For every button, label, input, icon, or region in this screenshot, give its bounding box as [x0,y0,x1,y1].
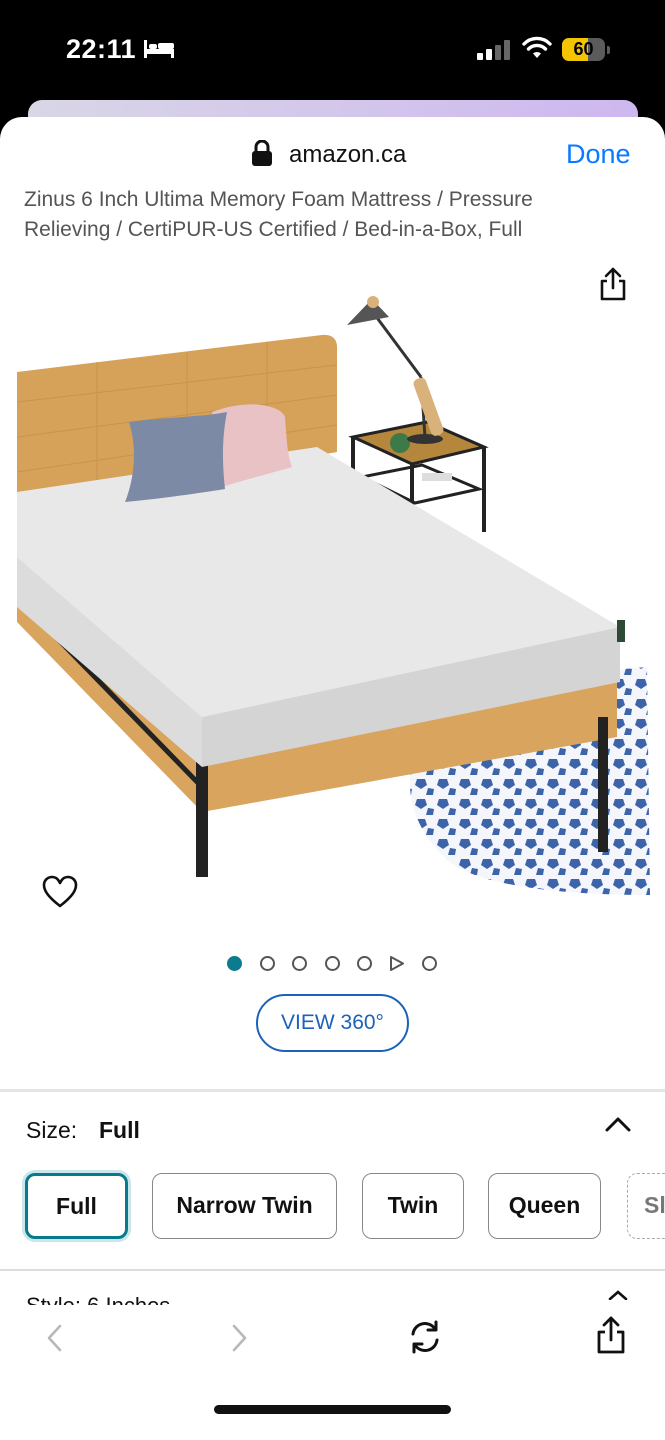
size-option-queen[interactable]: Queen [488,1173,601,1239]
signal-icon [477,40,510,60]
style-label-peek: Style: 6 Inches [26,1293,170,1305]
carousel-dot[interactable] [357,956,372,971]
share-icon[interactable] [597,266,629,302]
section-divider [0,1089,665,1092]
carousel-dots[interactable] [226,954,446,972]
product-image[interactable] [17,277,650,897]
heart-icon[interactable] [42,875,78,909]
carousel-dot[interactable] [292,956,307,971]
browser-toolbar [0,1305,665,1440]
wifi-icon [522,36,552,58]
section-divider [0,1269,665,1271]
status-time: 22:11 [66,34,137,64]
size-option-full[interactable]: Full [25,1173,128,1239]
battery-icon: 60 [562,38,610,62]
size-option-twin[interactable]: Twin [362,1173,464,1239]
bed-icon [144,40,174,58]
url-text: amazon.ca [289,141,407,168]
home-indicator[interactable] [214,1405,451,1414]
size-selected-value: Full [99,1117,140,1143]
chevron-up-icon[interactable] [608,1290,628,1300]
product-title: Zinus 6 Inch Ultima Memory Foam Mattress… [24,188,533,241]
size-option-unavailable[interactable]: Sl [627,1173,665,1239]
forward-icon[interactable] [230,1323,250,1353]
carousel-dot[interactable] [422,956,437,971]
carousel-dot[interactable] [260,956,275,971]
lock-icon [252,140,272,166]
browser-sheet: amazon.ca Done Zinus 6 Inch Ultima Memor… [0,117,665,1440]
view-360-button[interactable]: VIEW 360° [256,994,409,1052]
reload-icon[interactable] [407,1319,443,1355]
carousel-dot[interactable] [325,956,340,971]
carousel-dot[interactable] [227,956,242,971]
share-icon[interactable] [595,1315,627,1355]
size-label: Size: [26,1117,78,1143]
battery-level: 60 [573,39,594,59]
video-play-icon[interactable] [389,955,405,972]
chevron-up-icon[interactable] [605,1115,631,1133]
done-button[interactable]: Done [566,139,631,170]
status-bar: 22:11 60 [0,0,665,100]
back-icon[interactable] [44,1323,64,1353]
size-option-narrow-twin[interactable]: Narrow Twin [152,1173,337,1239]
